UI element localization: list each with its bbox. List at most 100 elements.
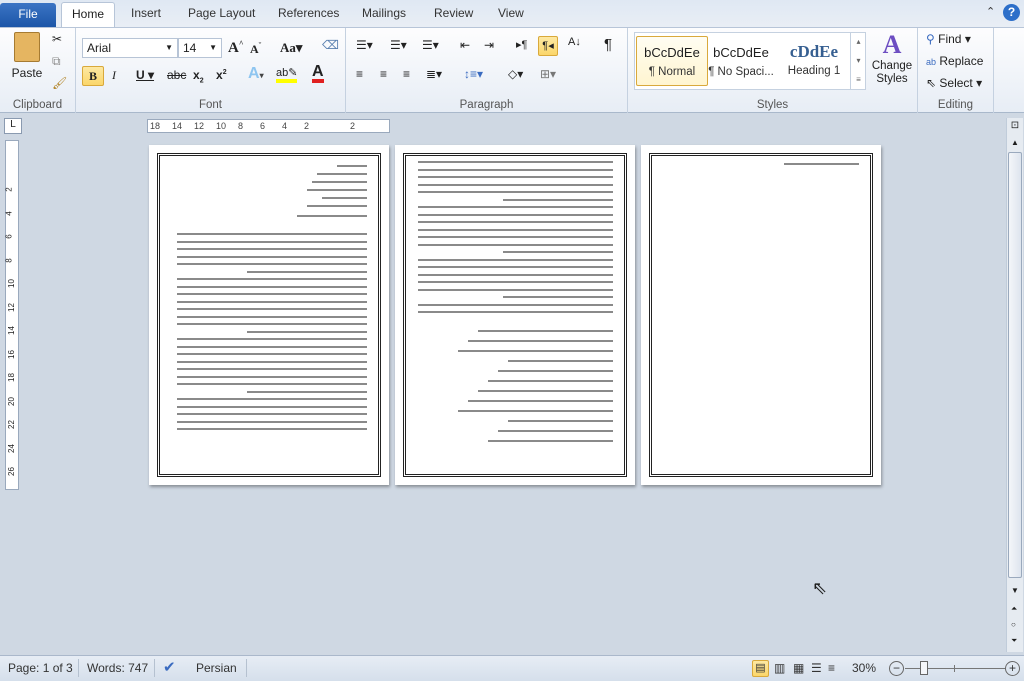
line-spacing-icon[interactable]: ↕≡▾	[464, 67, 483, 81]
ruler-tick: 18	[6, 373, 16, 382]
ruler-toggle-icon[interactable]: ⊡	[1008, 120, 1022, 134]
shrink-font-icon[interactable]: Aˇ	[250, 41, 261, 57]
ltr-icon[interactable]: ▸¶	[516, 38, 527, 51]
bullets-icon[interactable]: ☰▾	[356, 38, 373, 52]
align-center-icon[interactable]: ≡	[380, 67, 387, 81]
tab-file[interactable]: File	[0, 3, 56, 27]
zoom-slider-thumb[interactable]	[919, 661, 928, 675]
minimize-ribbon-icon[interactable]: ⌃	[986, 5, 995, 18]
vertical-scrollbar[interactable]: ⊡ ▲ ▼ ⏶ ○ ⏷	[1006, 118, 1023, 652]
grow-font-icon[interactable]: A^	[228, 39, 244, 57]
font-color-icon[interactable]: A	[312, 64, 324, 83]
text-line	[177, 300, 367, 303]
font-size-select[interactable]: 14 ▼	[178, 38, 222, 58]
text-line	[418, 161, 613, 163]
text-line	[418, 273, 613, 276]
text-line	[177, 360, 367, 363]
style-normal[interactable]: bCcDdEe ¶ Normal	[636, 36, 708, 86]
subscript-button[interactable]: x2	[193, 68, 204, 84]
print-layout-icon[interactable]: ▤	[752, 660, 769, 677]
zoom-level[interactable]: 30%	[852, 661, 876, 675]
text-line	[418, 213, 613, 216]
help-icon[interactable]: ?	[1003, 4, 1020, 21]
align-left-icon[interactable]: ≡	[356, 67, 363, 81]
page-count[interactable]: Page: 1 of 3	[8, 661, 73, 675]
change-case-icon[interactable]: Aa▾	[280, 40, 302, 56]
bold-button[interactable]: B	[82, 66, 104, 86]
styles-group: bCcDdEe ¶ Normal bCcDdEe ¶ No Spaci... cDd…	[628, 28, 918, 113]
tab-references[interactable]: References	[278, 6, 339, 20]
scroll-down-icon[interactable]: ▼	[1011, 586, 1019, 595]
text-line	[177, 285, 367, 288]
scroll-thumb[interactable]	[1008, 152, 1022, 578]
page-3[interactable]	[641, 145, 881, 485]
find-button[interactable]: ⚲ Find ▾	[926, 32, 971, 46]
vertical-ruler[interactable]: 2 4 6 8 10 12 14 16 18 20 22 24 26	[5, 140, 19, 490]
scroll-up-icon[interactable]: ▲	[1011, 138, 1019, 147]
tab-insert[interactable]: Insert	[131, 6, 161, 20]
zoom-out-button[interactable]: −	[889, 661, 904, 676]
text-line	[418, 176, 613, 178]
multilevel-list-icon[interactable]: ☰▾	[422, 38, 439, 52]
underline-button[interactable]: U ▾	[136, 68, 154, 82]
text-line	[337, 165, 367, 167]
text-effects-icon[interactable]: A▾	[248, 65, 264, 83]
styles-scroll[interactable]: ▴ ▾ ≡	[850, 32, 866, 90]
zoom-in-button[interactable]: +	[1005, 661, 1020, 676]
draft-icon[interactable]: ≡	[828, 661, 835, 675]
increase-indent-icon[interactable]: ⇥	[484, 38, 494, 52]
next-page-icon[interactable]: ⏷	[1011, 636, 1017, 646]
replace-button[interactable]: ab Replace	[926, 54, 983, 68]
tab-review[interactable]: Review	[434, 6, 473, 20]
italic-button[interactable]: I	[112, 68, 116, 83]
highlight-icon[interactable]: ab✎	[276, 66, 298, 83]
decrease-indent-icon[interactable]: ⇤	[460, 38, 470, 52]
tab-mailings[interactable]: Mailings	[362, 6, 406, 20]
web-layout-icon[interactable]: ▦	[793, 661, 804, 675]
page-1[interactable]	[149, 145, 389, 485]
font-name-select[interactable]: Arial ▼	[82, 38, 178, 58]
cut-icon[interactable]: ✂	[52, 32, 62, 46]
sort-icon[interactable]: A↓	[568, 36, 581, 48]
rtl-button[interactable]: ¶◂	[538, 36, 558, 56]
borders-icon[interactable]: ⊞▾	[540, 67, 556, 81]
font-group: Arial ▼ 14 ▼ A^ Aˇ Aa▾ ⌫ B I U ▾ abc x2 x2…	[76, 28, 346, 113]
tab-view[interactable]: View	[498, 6, 524, 20]
editing-label: Editing	[937, 99, 974, 111]
text-line	[418, 236, 613, 238]
style-no-spacing[interactable]: bCcDdEe ¶ No Spaci...	[705, 36, 777, 86]
browse-object-icon[interactable]: ○	[1011, 620, 1016, 629]
justify-icon[interactable]: ≣▾	[426, 67, 442, 81]
style-heading-1[interactable]: cDdEe Heading 1	[778, 36, 850, 86]
editing-group: ⚲ Find ▾ ab Replace ⇖ Select ▾ Editing	[918, 28, 994, 113]
strikethrough-button[interactable]: abc	[167, 68, 186, 82]
show-formatting-icon[interactable]: ¶	[604, 36, 612, 53]
superscript-button[interactable]: x2	[216, 68, 227, 82]
format-painter-icon[interactable]: 🖌	[52, 76, 67, 90]
paste-button[interactable]: Paste	[10, 32, 44, 92]
tab-selector[interactable]: L	[4, 118, 22, 134]
page-2[interactable]	[395, 145, 635, 485]
horizontal-ruler[interactable]: 18 14 12 10 8 6 4 2 2	[147, 119, 390, 133]
full-screen-reading-icon[interactable]: ▥	[774, 661, 785, 675]
numbering-icon[interactable]: ☰▾	[390, 38, 407, 52]
language[interactable]: Persian	[196, 661, 237, 675]
ruler-tick: 10	[6, 279, 16, 288]
outline-icon[interactable]: ☰	[811, 661, 822, 675]
text-line	[247, 330, 367, 333]
shading-icon[interactable]: ◇▾	[508, 67, 523, 81]
change-styles-button[interactable]: A Change Styles	[870, 30, 914, 86]
text-line	[177, 398, 367, 400]
ruler-tick: 8	[238, 121, 244, 131]
tab-home[interactable]: Home	[61, 2, 115, 28]
align-right-icon[interactable]: ≡	[403, 67, 410, 81]
clear-formatting-icon[interactable]: ⌫	[322, 38, 339, 52]
previous-page-icon[interactable]: ⏶	[1011, 604, 1017, 614]
tab-page-layout[interactable]: Page Layout	[188, 6, 255, 20]
select-button[interactable]: ⇖ Select ▾	[926, 76, 982, 90]
proofing-icon[interactable]: ✔	[163, 658, 176, 676]
copy-icon[interactable]: ⧉	[52, 54, 61, 69]
ruler-tick: 2	[304, 121, 310, 131]
word-count[interactable]: Words: 747	[87, 661, 148, 675]
text-line	[418, 221, 613, 223]
